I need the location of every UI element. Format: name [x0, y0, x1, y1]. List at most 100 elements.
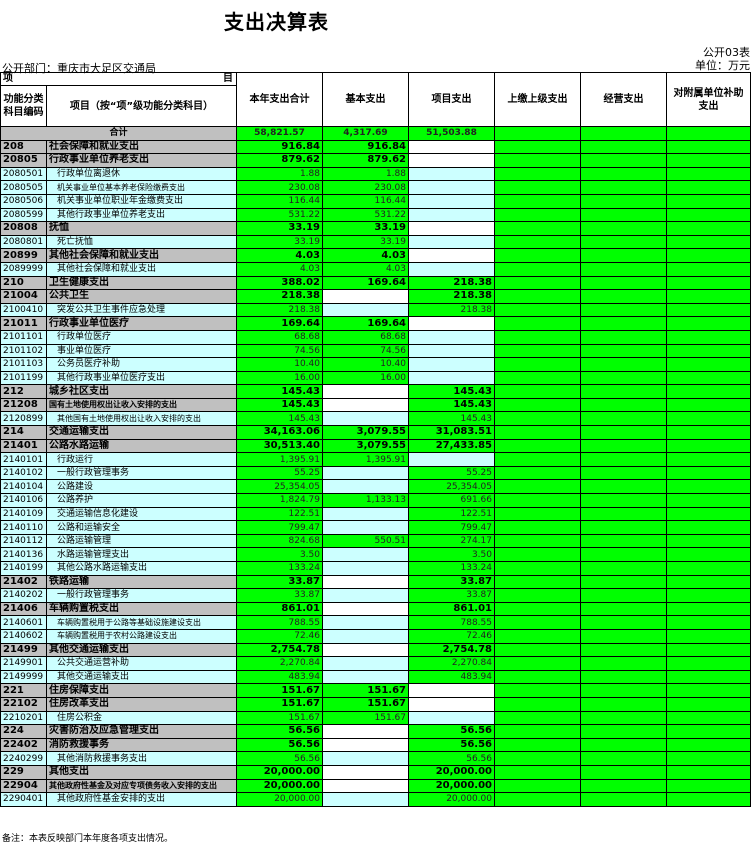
row-value — [580, 547, 667, 562]
row-value — [666, 615, 751, 630]
row-name: 车辆购置税支出 — [46, 601, 237, 617]
table-row: 2101101 行政单位医疗 68.68 68.68 — [0, 329, 751, 345]
row-value — [322, 465, 409, 481]
row-name: 其他行政事业单位养老支出 — [46, 207, 237, 223]
row-value: 531.22 — [322, 207, 409, 223]
table-row: 2089999 其他社会保障和就业支出 4.03 4.03 — [0, 261, 751, 277]
row-value: 33.19 — [322, 221, 409, 236]
row-value — [666, 221, 751, 236]
col-basic-header: 基本支出 — [322, 72, 409, 127]
row-value: 388.02 — [236, 275, 323, 291]
row-value — [580, 493, 667, 508]
row-value: 1,395.91 — [236, 452, 323, 467]
row-value — [666, 384, 751, 399]
row-value — [494, 343, 581, 359]
row-value: 3,079.55 — [322, 438, 409, 454]
row-name: 其他交通运输支出 — [46, 642, 237, 658]
col-total-header: 本年支出合计 — [236, 72, 323, 127]
row-code: 210 — [0, 275, 47, 291]
row-value — [322, 724, 409, 739]
row-value — [666, 275, 751, 291]
total-label: 合计 — [0, 126, 237, 141]
row-name: 车辆购置税用于公路等基础设施建设支出 — [46, 615, 237, 630]
row-value — [666, 289, 751, 304]
row-name: 国有土地使用权出让收入安排的支出 — [46, 397, 237, 413]
row-value: 1,395.91 — [322, 452, 409, 467]
row-value — [666, 493, 751, 508]
row-value — [494, 166, 581, 182]
row-value: 151.67 — [236, 683, 323, 698]
row-value — [494, 275, 581, 291]
row-value — [494, 329, 581, 345]
row-code: 22102 — [0, 696, 47, 712]
row-value — [408, 180, 495, 195]
row-value — [494, 615, 581, 630]
row-value — [322, 751, 409, 766]
table-row: 2140202 一般行政管理事务 33.87 33.87 — [0, 588, 751, 603]
row-name: 住房改革支出 — [46, 696, 237, 712]
row-code: 2140199 — [0, 561, 47, 576]
row-value: 74.56 — [322, 343, 409, 359]
row-value: 483.94 — [408, 669, 495, 685]
row-value: 33.87 — [408, 588, 495, 603]
row-value — [494, 506, 581, 522]
table-row: 2240299 其他消防救援事务支出 56.56 56.56 — [0, 751, 751, 766]
table-row: 2140109 交通运输信息化建设 122.51 122.51 — [0, 506, 751, 522]
row-code: 2101199 — [0, 370, 47, 386]
row-value — [322, 520, 409, 535]
row-value: 10.40 — [236, 357, 323, 372]
row-code: 21011 — [0, 316, 47, 331]
row-value — [494, 465, 581, 481]
table-row: 2210201 住房公积金 151.67 151.67 — [0, 710, 751, 726]
row-name: 公路和运输安全 — [46, 520, 237, 535]
row-value: 10.40 — [322, 357, 409, 372]
row-value — [494, 520, 581, 535]
row-value: 33.87 — [236, 574, 323, 590]
row-value: 230.08 — [322, 180, 409, 195]
row-value — [322, 778, 409, 794]
row-code: 2210201 — [0, 710, 47, 726]
row-value: 169.64 — [322, 275, 409, 291]
row-value — [494, 438, 581, 454]
row-code: 2140101 — [0, 452, 47, 467]
row-value: 169.64 — [322, 316, 409, 331]
row-value — [580, 656, 667, 671]
row-value — [666, 533, 751, 549]
row-value: 20,000.00 — [236, 778, 323, 794]
row-value — [494, 261, 581, 277]
col-business-header: 经营支出 — [580, 72, 667, 127]
row-value — [666, 669, 751, 685]
code-header: 功能分类科目编码 — [0, 85, 47, 127]
row-value — [494, 207, 581, 223]
row-value — [322, 669, 409, 685]
table-row: 229 其他支出 20,000.00 20,000.00 — [0, 764, 751, 780]
table-row: 20899 其他社会保障和就业支出 4.03 4.03 — [0, 248, 751, 263]
row-value — [580, 628, 667, 644]
table-row: 21004 公共卫生 218.38 218.38 — [0, 289, 751, 304]
row-code: 2140136 — [0, 547, 47, 562]
row-value — [666, 193, 751, 209]
row-code: 2140110 — [0, 520, 47, 535]
row-value — [666, 357, 751, 372]
row-value — [580, 601, 667, 617]
table-row: 2140602 车辆购置税用于农村公路建设支出 72.46 72.46 — [0, 628, 751, 644]
row-value — [666, 139, 751, 155]
row-value — [580, 261, 667, 277]
col-project-header: 项目支出 — [408, 72, 495, 127]
row-value: 74.56 — [236, 343, 323, 359]
row-value: 31,083.51 — [408, 425, 495, 440]
row-value: 151.67 — [322, 710, 409, 726]
row-value — [494, 628, 581, 644]
row-value: 72.46 — [236, 628, 323, 644]
row-name: 其他社会保障和就业支出 — [46, 261, 237, 277]
row-value — [408, 153, 495, 168]
table-row: 2101199 其他行政事业单位医疗支出 16.00 16.00 — [0, 370, 751, 386]
row-value — [580, 425, 667, 440]
row-value — [666, 302, 751, 318]
row-value: 861.01 — [236, 601, 323, 617]
row-value: 4.03 — [236, 261, 323, 277]
row-value — [408, 329, 495, 345]
table-row: 2140101 行政运行 1,395.91 1,395.91 — [0, 452, 751, 467]
table-row: 21208 国有土地使用权出让收入安排的支出 145.43 145.43 — [0, 397, 751, 413]
row-value — [580, 302, 667, 318]
